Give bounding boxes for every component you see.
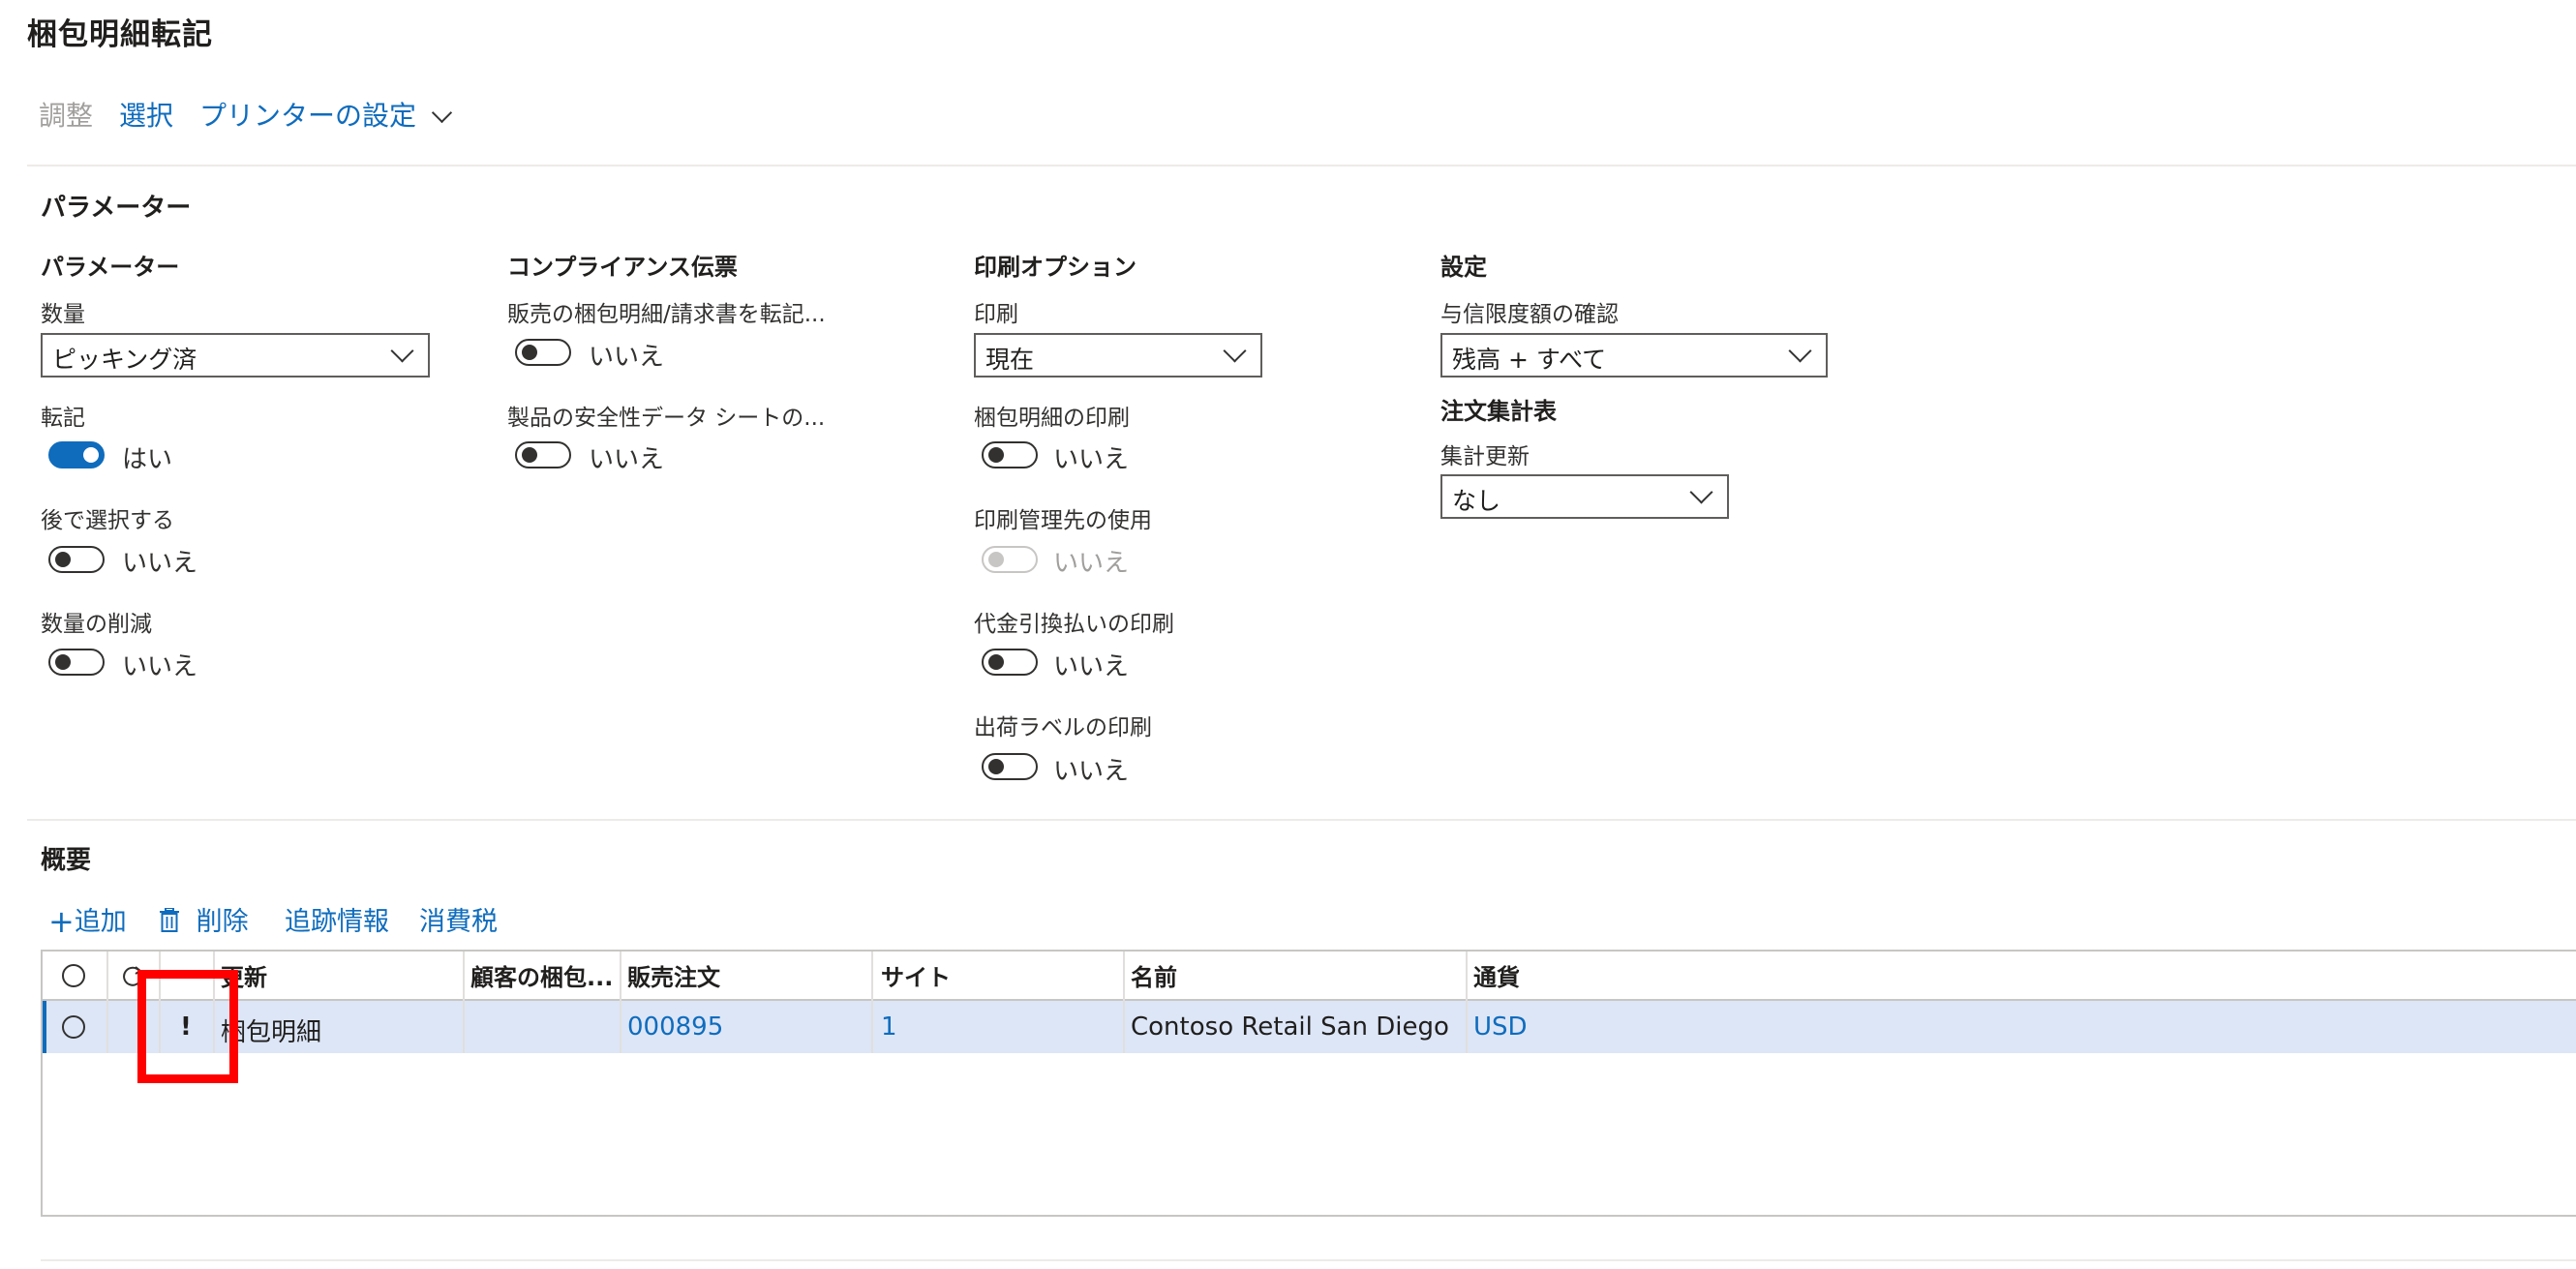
order-summary-title: 注文集計表 xyxy=(1440,398,1557,425)
add-button[interactable]: +追加 xyxy=(48,900,127,940)
print-select[interactable]: 現在 xyxy=(974,333,1262,378)
print-management-toggle xyxy=(982,546,1038,573)
safety-data-label: 製品の安全性データ シートの... xyxy=(507,406,826,431)
chevron-down-icon xyxy=(431,102,453,124)
column-header-name[interactable]: 名前 xyxy=(1131,958,1177,992)
trash-icon xyxy=(160,907,179,932)
column-divider xyxy=(1466,1001,1468,1053)
divider xyxy=(27,165,2576,166)
quantity-label: 数量 xyxy=(41,302,85,327)
credit-limit-value: 残高 + すべて xyxy=(1452,346,1607,374)
print-shipping-label: 出荷ラベルの印刷 xyxy=(974,715,1152,740)
plus-icon: + xyxy=(48,903,75,940)
summary-update-select[interactable]: なし xyxy=(1440,474,1729,519)
select-button[interactable]: 選択 xyxy=(119,95,173,134)
print-cod-label: 代金引換払いの印刷 xyxy=(974,612,1174,637)
cell-sales-order-link[interactable]: 000895 xyxy=(627,1012,723,1042)
toggle-knob xyxy=(988,552,1004,567)
quantity-reduction-toggle[interactable] xyxy=(48,649,105,676)
page-title: 梱包明細転記 xyxy=(27,17,213,52)
tracking-button[interactable]: 追跡情報 xyxy=(285,900,389,938)
quantity-reduction-label: 数量の削減 xyxy=(41,612,152,637)
sales-packing-value: いいえ xyxy=(589,343,665,372)
quantity-select[interactable]: ピッキング済 xyxy=(41,333,430,378)
quantity-reduction-value: いいえ xyxy=(122,652,198,681)
select-later-toggle[interactable] xyxy=(48,546,105,573)
toggle-knob xyxy=(988,447,1004,463)
print-shipping-value: いいえ xyxy=(1053,757,1130,786)
chevron-down-icon xyxy=(390,339,414,363)
cell-currency-link[interactable]: USD xyxy=(1473,1012,1528,1042)
print-value: 現在 xyxy=(985,346,1035,374)
chevron-down-icon xyxy=(1223,339,1247,363)
summary-update-value: なし xyxy=(1452,487,1501,515)
posting-value: はい xyxy=(122,445,173,474)
printer-settings-label: プリンターの設定 xyxy=(199,100,417,132)
chevron-down-icon xyxy=(1689,480,1713,504)
sales-packing-label: 販売の梱包明細/請求書を転記... xyxy=(507,302,826,327)
posting-toggle[interactable] xyxy=(48,441,105,468)
divider xyxy=(41,1259,2576,1261)
column-divider xyxy=(463,1001,465,1053)
select-later-label: 後で選択する xyxy=(41,508,174,533)
safety-data-value: いいえ xyxy=(589,445,665,474)
row-selection-indicator xyxy=(43,1001,46,1053)
column-header-site[interactable]: サイト xyxy=(881,958,951,992)
compliance-group-title: コンプライアンス伝票 xyxy=(507,254,738,281)
safety-data-toggle[interactable] xyxy=(515,441,571,468)
add-label: 追加 xyxy=(74,907,127,937)
summary-update-label: 集計更新 xyxy=(1440,444,1530,469)
toggle-knob xyxy=(55,654,71,670)
divider xyxy=(27,819,2576,821)
grid-header-row xyxy=(43,952,2576,1001)
print-management-value: いいえ xyxy=(1053,549,1130,578)
select-all-radio[interactable] xyxy=(62,964,85,987)
toggle-knob xyxy=(55,552,71,567)
print-label: 印刷 xyxy=(974,302,1018,327)
printer-settings-menu[interactable]: プリンターの設定 xyxy=(199,95,453,134)
chevron-down-icon xyxy=(1788,339,1812,363)
column-header-currency[interactable]: 通貨 xyxy=(1473,958,1520,992)
sales-tax-button[interactable]: 消費税 xyxy=(419,900,498,938)
print-shipping-toggle[interactable] xyxy=(982,753,1038,780)
credit-limit-select[interactable]: 残高 + すべて xyxy=(1440,333,1828,378)
delete-label: 削除 xyxy=(196,907,249,937)
column-divider xyxy=(106,1001,108,1053)
toggle-knob xyxy=(988,654,1004,670)
quantity-value: ピッキング済 xyxy=(52,346,197,374)
toggle-knob xyxy=(522,345,537,360)
overview-section-title: 概要 xyxy=(41,846,92,875)
credit-limit-label: 与信限度額の確認 xyxy=(1440,302,1619,327)
select-later-value: いいえ xyxy=(122,549,198,578)
cell-site-link[interactable]: 1 xyxy=(881,1012,897,1042)
column-header-sales-order[interactable]: 販売注文 xyxy=(627,958,720,992)
column-divider xyxy=(1123,1001,1125,1053)
print-management-label: 印刷管理先の使用 xyxy=(974,508,1152,533)
print-cod-toggle[interactable] xyxy=(982,649,1038,676)
column-header-customer-packing[interactable]: 顧客の梱包... xyxy=(470,958,613,992)
toggle-knob xyxy=(522,447,537,463)
print-packing-label: 梱包明細の印刷 xyxy=(974,406,1130,431)
print-cod-value: いいえ xyxy=(1053,652,1130,681)
column-divider xyxy=(871,1001,873,1053)
parameters-group-title: パラメーター xyxy=(41,254,180,281)
annotation-highlight-box xyxy=(137,970,238,1083)
delete-button[interactable]: 削除 xyxy=(159,900,249,938)
toggle-knob xyxy=(988,759,1004,774)
settings-group-title: 設定 xyxy=(1440,254,1487,281)
cell-name[interactable]: Contoso Retail San Diego xyxy=(1131,1012,1449,1042)
posting-label: 転記 xyxy=(41,406,85,431)
row-select-radio[interactable] xyxy=(62,1015,85,1039)
print-options-group-title: 印刷オプション xyxy=(974,254,1136,281)
print-packing-value: いいえ xyxy=(1053,445,1130,474)
parameters-section-title: パラメーター xyxy=(41,194,192,223)
column-divider xyxy=(620,1001,621,1053)
print-packing-toggle[interactable] xyxy=(982,441,1038,468)
sales-packing-toggle[interactable] xyxy=(515,339,571,366)
toggle-knob xyxy=(83,447,99,463)
adjust-button[interactable]: 調整 xyxy=(39,95,93,134)
